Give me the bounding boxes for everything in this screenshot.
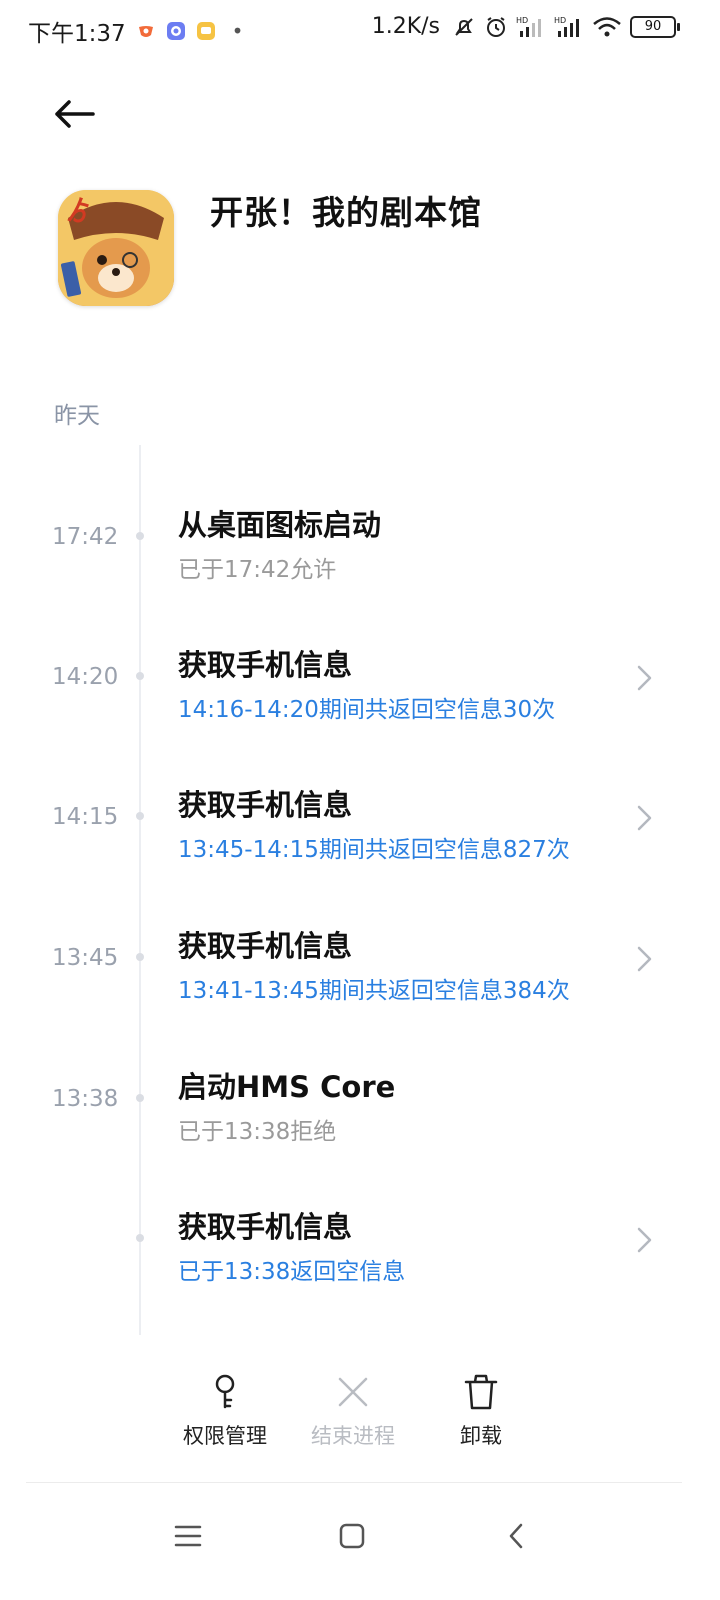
status-bar: 下午1:37 • 1.2K/s HD HD 90	[0, 0, 720, 64]
entry-subtitle: 已于17:42允许	[178, 557, 337, 583]
divider	[26, 1482, 682, 1483]
chevron-right-icon	[630, 1222, 658, 1258]
entry-subtitle: 已于13:38拒绝	[178, 1119, 337, 1145]
alarm-icon	[484, 15, 508, 39]
timeline-entry[interactable]: 14:15 获取手机信息 13:45-14:15期间共返回空信息827次	[0, 776, 720, 896]
entry-title: 从桌面图标启动	[178, 508, 382, 542]
entry-subtitle: 14:16-14:20期间共返回空信息30次	[178, 697, 556, 723]
weibo-icon	[135, 21, 156, 41]
entry-title: 获取手机信息	[178, 929, 353, 963]
svg-text:HD: HD	[516, 16, 528, 25]
key-icon	[170, 1370, 280, 1414]
timeline-entry[interactable]: 14:20 获取手机信息 14:16-14:20期间共返回空信息30次	[0, 636, 720, 756]
entry-time: 17:42	[52, 524, 119, 550]
entry-time: 14:20	[52, 664, 119, 690]
entry-subtitle: 13:45-14:15期间共返回空信息827次	[178, 837, 570, 863]
status-time: 下午1:37	[28, 21, 126, 47]
trash-icon	[426, 1370, 536, 1414]
home-button[interactable]	[328, 1512, 376, 1560]
signal-hd-icon-2: HD	[554, 15, 584, 39]
mute-bell-icon	[452, 15, 476, 39]
timeline-entry[interactable]: 13:45 获取手机信息 13:41-13:45期间共返回空信息384次	[0, 917, 720, 1037]
entry-time: 14:15	[52, 804, 119, 830]
svg-text:HD: HD	[554, 16, 566, 25]
close-icon	[298, 1370, 408, 1414]
entry-subtitle: 13:41-13:45期间共返回空信息384次	[178, 978, 570, 1004]
home-square-icon	[339, 1523, 365, 1549]
permissions-label: 权限管理	[183, 1424, 267, 1448]
entry-title: 获取手机信息	[178, 788, 353, 822]
end-process-button[interactable]: 结束进程	[298, 1370, 408, 1450]
timeline-entry: 13:38 启动HMS Core 已于13:38拒绝	[0, 1058, 720, 1178]
timeline-dot	[136, 1234, 144, 1242]
entry-time: 13:45	[52, 945, 119, 971]
chevron-left-icon	[509, 1523, 523, 1549]
system-nav-bar	[0, 1490, 720, 1600]
network-speed: 1.2K/s	[371, 14, 440, 39]
section-date-label: 昨天	[54, 403, 100, 429]
timeline-entry: 17:42 从桌面图标启动 已于17:42允许	[0, 496, 720, 616]
menu-button[interactable]	[164, 1512, 212, 1560]
uninstall-label: 卸载	[460, 1424, 502, 1448]
more-notifications-dot: •	[231, 19, 244, 43]
chevron-right-icon	[630, 800, 658, 836]
back-button[interactable]	[50, 92, 98, 136]
entry-title: 获取手机信息	[178, 648, 353, 682]
end-process-label: 结束进程	[311, 1424, 395, 1448]
wifi-icon	[592, 15, 622, 39]
menu-icon	[174, 1525, 202, 1547]
entry-title: 启动HMS Core	[178, 1070, 396, 1104]
timeline-dot	[136, 532, 144, 540]
timeline-dot	[136, 812, 144, 820]
action-bar: 权限管理 结束进程 卸载	[0, 1370, 720, 1460]
assistant-icon	[166, 21, 186, 41]
app-icon: ゟ	[58, 190, 174, 306]
svg-text:ゟ: ゟ	[66, 196, 92, 227]
timeline-dot	[136, 1094, 144, 1102]
entry-subtitle: 已于13:38返回空信息	[178, 1259, 406, 1285]
timeline-dot	[136, 672, 144, 680]
chevron-right-icon	[630, 941, 658, 977]
entry-time: 13:38	[52, 1086, 119, 1112]
message-icon	[196, 21, 216, 41]
uninstall-button[interactable]: 卸载	[426, 1370, 536, 1450]
timeline-dot	[136, 953, 144, 961]
signal-hd-icon-1: HD	[516, 15, 546, 39]
timeline-entry[interactable]: 获取手机信息 已于13:38返回空信息	[0, 1198, 720, 1318]
chevron-right-icon	[630, 660, 658, 696]
entry-title: 获取手机信息	[178, 1210, 353, 1244]
permissions-button[interactable]: 权限管理	[170, 1370, 280, 1450]
battery-indicator: 90	[630, 15, 680, 38]
nav-back-button[interactable]	[492, 1512, 540, 1560]
arrow-left-icon	[55, 100, 95, 128]
app-name: 开张！我的剧本馆	[210, 193, 482, 232]
